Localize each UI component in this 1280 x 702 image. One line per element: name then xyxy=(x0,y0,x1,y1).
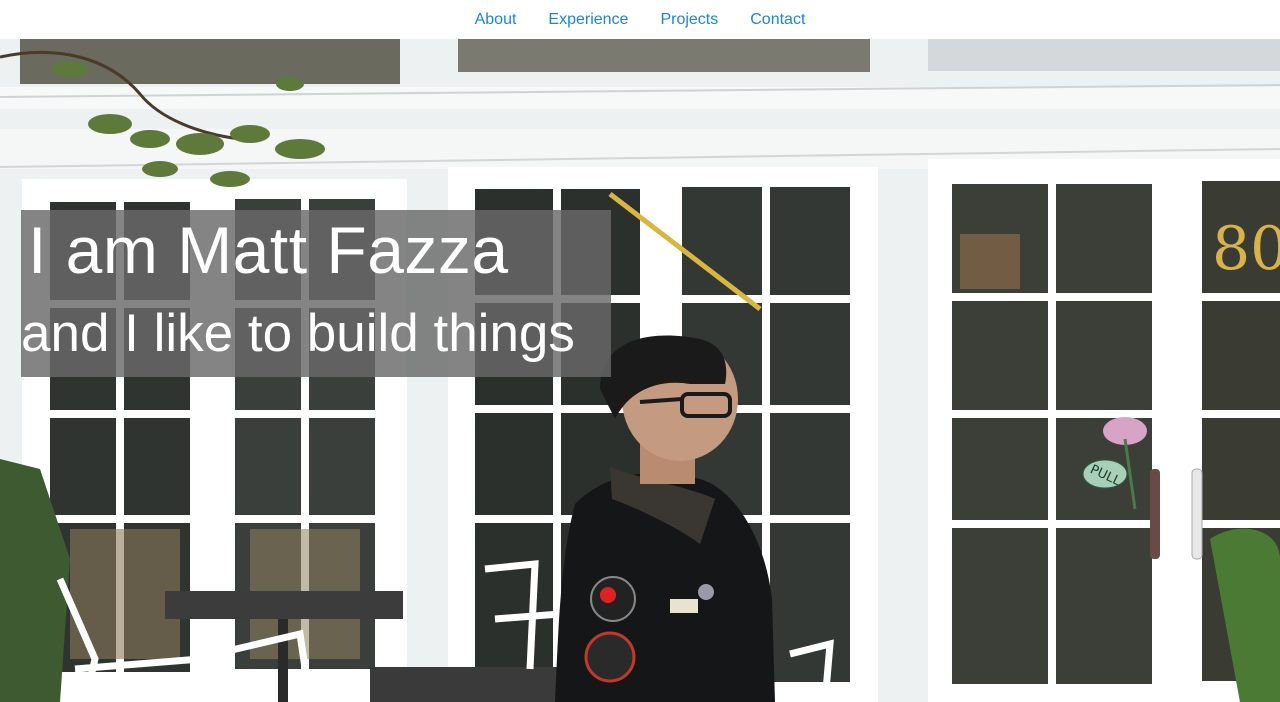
hero-headline-box: I am Matt Fazza and I like to build thin… xyxy=(21,210,611,377)
nav-link-projects[interactable]: Projects xyxy=(660,11,718,29)
nav-link-contact[interactable]: Contact xyxy=(750,11,805,29)
nav-link-experience[interactable]: Experience xyxy=(548,11,628,29)
hero-title: I am Matt Fazza xyxy=(28,213,509,287)
nav-link-about[interactable]: About xyxy=(475,11,517,29)
top-navigation: About Experience Projects Contact xyxy=(0,0,1280,39)
door-number: 80 xyxy=(1212,214,1280,284)
hero-subtitle: and I like to build things xyxy=(21,304,575,363)
hero-section: PULL 80 I am Matt Fazza and I like to bu… xyxy=(0,39,1280,702)
